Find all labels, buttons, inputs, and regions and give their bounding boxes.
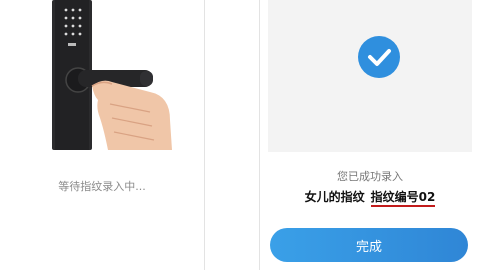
- checkmark-icon: [358, 36, 400, 78]
- smart-lock-illustration: [0, 0, 204, 150]
- fingerprint-info: 女儿的指纹 指纹编号02: [260, 188, 480, 207]
- waiting-status-text: 等待指纹录入中...: [58, 180, 146, 193]
- success-banner: [268, 0, 472, 152]
- fingerprint-number-label: 指纹编号02: [370, 190, 436, 207]
- enroll-waiting-screen: 等待指纹录入中...: [0, 0, 204, 270]
- blank-gap-panel: [205, 0, 259, 270]
- fingerprint-owner-label: 女儿的指纹: [304, 190, 365, 204]
- done-button[interactable]: 完成: [270, 228, 468, 262]
- lock-and-hand-illustration: [52, 0, 172, 150]
- enroll-success-screen: 您已成功录入 女儿的指纹 指纹编号02 完成: [260, 0, 480, 270]
- success-message: 您已成功录入: [337, 170, 403, 183]
